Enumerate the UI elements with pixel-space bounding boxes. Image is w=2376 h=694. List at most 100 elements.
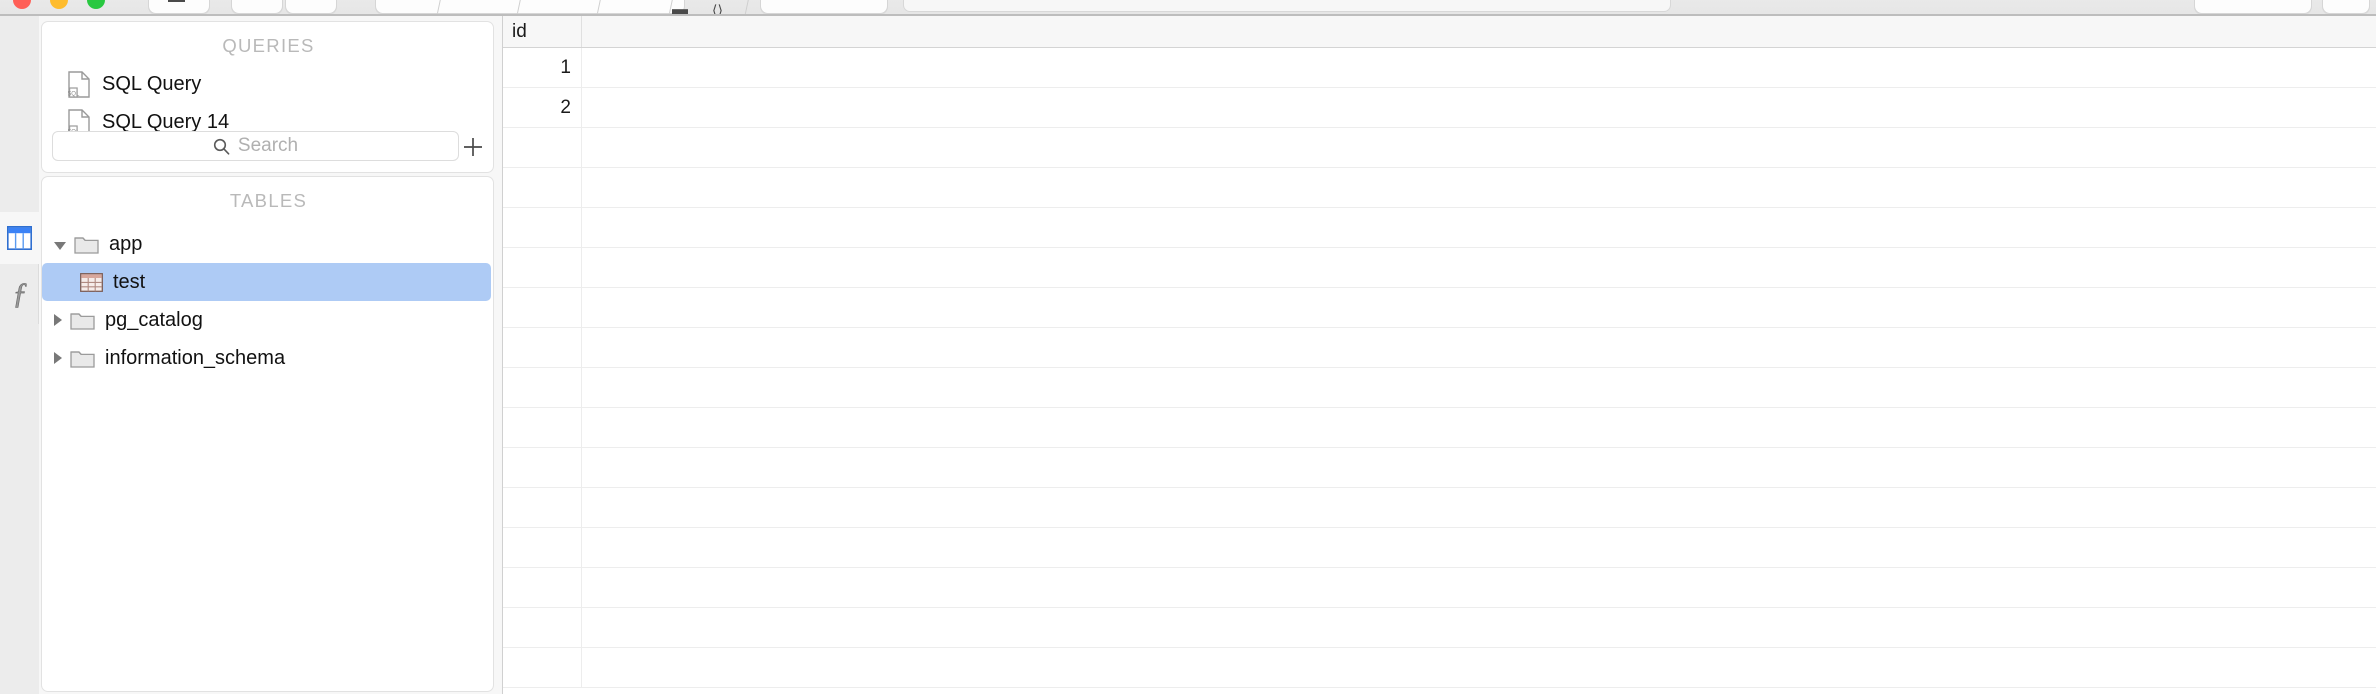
toolbar-action-button[interactable]: ▬ [2194, 0, 2312, 14]
traffic-lights [13, 0, 105, 9]
table-row[interactable] [503, 448, 2376, 488]
table-row[interactable] [503, 368, 2376, 408]
tree-item-pg-catalog[interactable]: pg_catalog [42, 301, 491, 339]
toolbar-path-field[interactable]: ⌄ ⬤ [903, 0, 1671, 12]
tables-panel: TABLES app test pg_catalog information_s… [41, 176, 494, 692]
disclosure-triangle-closed-icon[interactable] [54, 314, 62, 326]
grid-cell[interactable] [582, 368, 2376, 407]
chevron-right-icon: › [308, 0, 314, 4]
tree-item-app[interactable]: app [42, 225, 491, 263]
grid-cell[interactable]: 2 [503, 88, 582, 127]
table-row[interactable] [503, 208, 2376, 248]
tree-item-test[interactable]: test [42, 263, 491, 301]
table-row[interactable] [503, 288, 2376, 328]
table-row[interactable] [503, 128, 2376, 168]
column-header-blank[interactable] [582, 16, 2376, 47]
grid-icon [7, 226, 32, 250]
grid-cell[interactable] [582, 48, 2376, 87]
grid-cell[interactable] [503, 368, 582, 407]
query-item-0[interactable]: SQL SQL Query [42, 66, 495, 102]
grid-cell[interactable]: 1 [503, 48, 582, 87]
grid-cell[interactable] [503, 528, 582, 567]
grid-cell[interactable] [503, 608, 582, 647]
svg-text:SQL: SQL [68, 91, 80, 97]
nav-forward-button[interactable]: › [285, 0, 337, 14]
query-item-label: SQL Query [102, 72, 202, 95]
column-header-id[interactable]: id [503, 16, 582, 47]
close-window-button[interactable] [13, 0, 31, 9]
tree-item-label: app [109, 232, 143, 255]
rail-tab-tables[interactable] [0, 212, 39, 264]
query-icon: ▬ [672, 1, 688, 16]
console-icon: ▬ [791, 0, 808, 1]
grid-cell[interactable] [503, 208, 582, 247]
grid-cell[interactable] [582, 168, 2376, 207]
grid-header-row: id [503, 16, 2376, 48]
grid-cell[interactable] [582, 408, 2376, 447]
table-row[interactable] [503, 648, 2376, 688]
window-toolbar: ▬ ‹ › ⫛ ⬭ ⬤ ▬ ⟨⟩ ▬ ⌄ ⬤ ▬ ⌄ [0, 0, 2376, 16]
table-icon [80, 272, 103, 292]
grid-cell[interactable] [503, 328, 582, 367]
function-f-icon: ƒ [12, 277, 28, 310]
relations-icon: ⬭ [531, 0, 546, 1]
console-button[interactable]: ▬ [760, 0, 888, 14]
folder-icon [74, 237, 99, 254]
expand-icon: ⟨⟩ [712, 2, 723, 16]
tree-item-label: test [113, 270, 146, 293]
table-row[interactable] [503, 608, 2376, 648]
grid-cell[interactable] [503, 648, 582, 687]
grid-cell[interactable] [582, 568, 2376, 607]
grid-cell[interactable] [582, 208, 2376, 247]
grid-cell[interactable] [582, 128, 2376, 167]
minimize-window-button[interactable] [50, 0, 68, 9]
left-icon-rail: ƒ [0, 16, 39, 694]
table-structure-icon: ⫛ [404, 0, 415, 1]
grid-cell[interactable] [582, 288, 2376, 327]
grid-cell[interactable] [582, 248, 2376, 287]
table-row[interactable] [503, 568, 2376, 608]
grid-cell[interactable] [582, 88, 2376, 127]
nav-back-button[interactable]: ‹ [231, 0, 283, 14]
zoom-window-button[interactable] [87, 0, 105, 9]
grid-cell[interactable] [503, 568, 582, 607]
grid-cell[interactable] [503, 448, 582, 487]
table-row[interactable] [503, 408, 2376, 448]
data-grid: id 12 [502, 16, 2376, 694]
rail-spacer-bottom [0, 324, 39, 694]
table-row[interactable] [503, 168, 2376, 208]
table-row[interactable] [503, 488, 2376, 528]
disclosure-triangle-open-icon[interactable] [54, 241, 66, 250]
grid-cell[interactable] [582, 608, 2376, 647]
grid-cell[interactable] [582, 528, 2376, 567]
grid-cell[interactable] [582, 328, 2376, 367]
grid-body[interactable]: 12 [503, 48, 2376, 694]
tree-item-information-schema[interactable]: information_schema [42, 339, 491, 377]
folder-icon [70, 313, 95, 330]
queries-search-row: Search [42, 131, 495, 163]
table-row[interactable] [503, 328, 2376, 368]
grid-cell[interactable] [503, 488, 582, 527]
add-query-button[interactable] [461, 135, 485, 159]
grid-cell[interactable] [582, 448, 2376, 487]
table-row[interactable]: 1 [503, 48, 2376, 88]
search-input[interactable]: Search [52, 131, 459, 161]
grid-cell[interactable] [503, 248, 582, 287]
grid-cell[interactable] [582, 488, 2376, 527]
table-row[interactable] [503, 248, 2376, 288]
tree-item-label: pg_catalog [105, 308, 203, 331]
tables-panel-title: TABLES [229, 190, 308, 211]
rail-tab-functions[interactable]: ƒ [0, 264, 39, 324]
table-row[interactable] [503, 528, 2376, 568]
grid-cell[interactable] [503, 408, 582, 447]
toolbar-more-button[interactable]: ⌄ [2322, 0, 2370, 14]
grid-cell[interactable] [503, 288, 582, 327]
disclosure-triangle-closed-icon[interactable] [54, 352, 62, 364]
view-mode-segmented-control[interactable]: ⫛ ⬭ ⬤ [375, 0, 685, 14]
grid-cell[interactable] [503, 128, 582, 167]
sidebar-toggle-button[interactable]: ▬ [148, 0, 210, 14]
grid-cell[interactable] [503, 168, 582, 207]
bar-icon: ▬ [2225, 0, 2243, 3]
table-row[interactable]: 2 [503, 88, 2376, 128]
grid-cell[interactable] [582, 648, 2376, 687]
